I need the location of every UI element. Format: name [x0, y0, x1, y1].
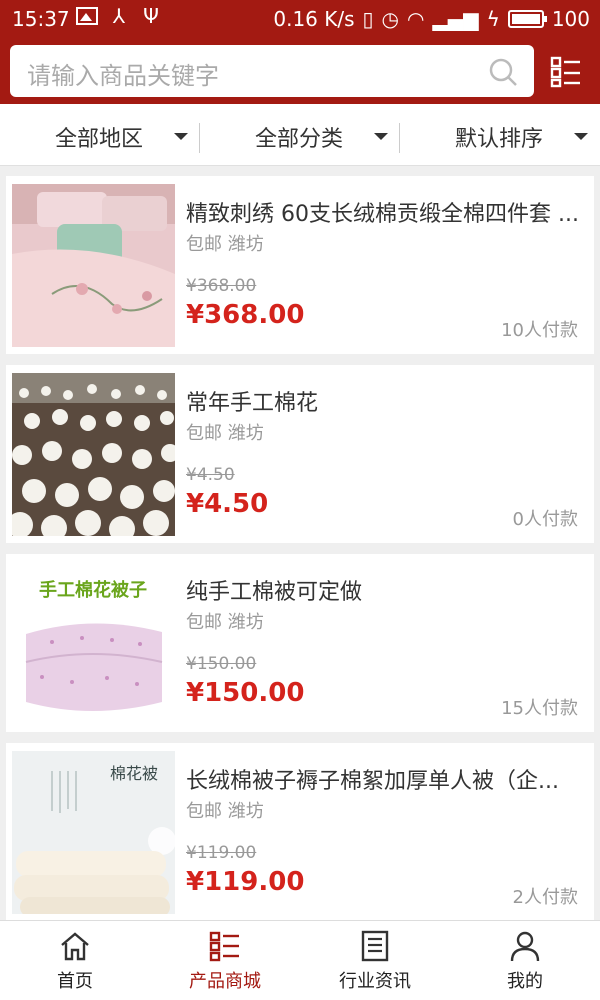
charging-icon: ϟ — [486, 7, 500, 31]
caret-down-icon — [374, 133, 388, 140]
product-card[interactable]: 手工棉花被子 纯手工棉被可定做 包邮 潍坊 ¥150.00 ¥150.00 15… — [6, 554, 594, 732]
product-original-price: ¥368.00 — [186, 276, 257, 296]
product-shipping-location: 包邮 潍坊 — [186, 234, 264, 255]
tab-news[interactable]: 行业资讯 — [300, 921, 450, 1000]
product-shipping-location: 包邮 潍坊 — [186, 801, 264, 822]
tab-label: 产品商城 — [189, 971, 261, 992]
product-image[interactable]: 手工棉花被子 — [12, 562, 175, 725]
product-price: ¥4.50 — [186, 489, 269, 519]
product-title[interactable]: 纯手工棉被可定做 — [186, 574, 584, 606]
product-card[interactable]: 精致刺绣 60支长绒棉贡缎全棉四件套 ... 包邮 潍坊 ¥368.00 ¥36… — [6, 176, 594, 354]
caret-down-icon — [574, 133, 588, 140]
user-icon — [510, 931, 540, 962]
bottom-tab-bar: 首页 产品商城 行业资讯 我的 — [0, 920, 600, 1000]
product-card[interactable]: 棉花被 长绒棉被子褥子棉絮加厚单人被（企... 包邮 潍坊 ¥119.00 ¥1… — [6, 743, 594, 921]
product-sales-count: 0人付款 — [512, 509, 578, 530]
filter-label: 默认排序 — [455, 127, 544, 152]
vibrate-icon: ▯ — [362, 7, 374, 31]
product-image[interactable] — [12, 373, 175, 536]
tab-products[interactable]: 产品商城 — [150, 921, 300, 1000]
product-price: ¥119.00 — [186, 867, 305, 897]
caret-down-icon — [174, 133, 188, 140]
product-image[interactable] — [12, 184, 175, 347]
usb-icon: Ψ — [143, 4, 159, 28]
wifi-icon: ◠ — [407, 7, 425, 31]
product-title[interactable]: 常年手工棉花 — [186, 385, 584, 417]
filter-sort[interactable]: 默认排序 — [400, 104, 600, 166]
search-placeholder: 请输入商品关键字 — [27, 62, 219, 90]
product-shipping-location: 包邮 潍坊 — [186, 612, 264, 633]
tab-home[interactable]: 首页 — [0, 921, 150, 1000]
category-menu-icon[interactable] — [550, 55, 582, 89]
product-sales-count: 10人付款 — [501, 320, 578, 341]
alarm-icon: ◷ — [381, 7, 399, 31]
product-original-price: ¥4.50 — [186, 465, 235, 485]
product-title[interactable]: 精致刺绣 60支长绒棉贡缎全棉四件套 ... — [186, 196, 584, 228]
filter-label: 全部分类 — [255, 127, 344, 152]
network-speed: 0.16 K/s — [273, 7, 355, 31]
tab-label: 行业资讯 — [339, 971, 411, 992]
product-card[interactable]: 常年手工棉花 包邮 潍坊 ¥4.50 ¥4.50 0人付款 — [6, 365, 594, 543]
status-bar: 15:37 ⅄ Ψ 0.16 K/s ▯ ◷ ◠ ▂▄▆ ϟ 100 — [0, 0, 600, 38]
filter-category[interactable]: 全部分类 — [200, 104, 400, 166]
battery-level: 100 — [551, 7, 590, 31]
filter-bar: 全部地区 全部分类 默认排序 — [0, 104, 600, 166]
filter-label: 全部地区 — [55, 127, 144, 152]
news-icon — [361, 930, 389, 962]
app-header: 15:37 ⅄ Ψ 0.16 K/s ▯ ◷ ◠ ▂▄▆ ϟ 100 请输入商品… — [0, 0, 600, 104]
product-price: ¥368.00 — [186, 300, 305, 330]
tab-label: 我的 — [507, 971, 543, 992]
product-original-price: ¥150.00 — [186, 654, 257, 674]
product-image[interactable]: 棉花被 — [12, 751, 175, 914]
status-time: 15:37 — [12, 7, 70, 31]
product-sales-count: 2人付款 — [512, 887, 578, 908]
product-sales-count: 15人付款 — [501, 698, 578, 719]
search-icon[interactable] — [488, 57, 518, 87]
image-caption: 手工棉花被子 — [39, 579, 147, 601]
tab-label: 首页 — [57, 971, 93, 992]
product-shipping-location: 包邮 潍坊 — [186, 423, 264, 444]
home-icon — [61, 932, 89, 961]
filter-region[interactable]: 全部地区 — [0, 104, 200, 166]
product-original-price: ¥119.00 — [186, 843, 257, 863]
share-icon: ⅄ — [112, 4, 126, 28]
product-price: ¥150.00 — [186, 678, 305, 708]
search-input[interactable]: 请输入商品关键字 — [10, 45, 534, 97]
grid-list-icon — [209, 931, 239, 962]
tab-mine[interactable]: 我的 — [450, 921, 600, 1000]
image-caption: 棉花被 — [110, 764, 158, 783]
signal-icon: ▂▄▆ — [432, 7, 479, 31]
image-icon — [76, 7, 98, 25]
product-title[interactable]: 长绒棉被子褥子棉絮加厚单人被（企... — [186, 763, 584, 795]
battery-icon — [507, 10, 547, 28]
